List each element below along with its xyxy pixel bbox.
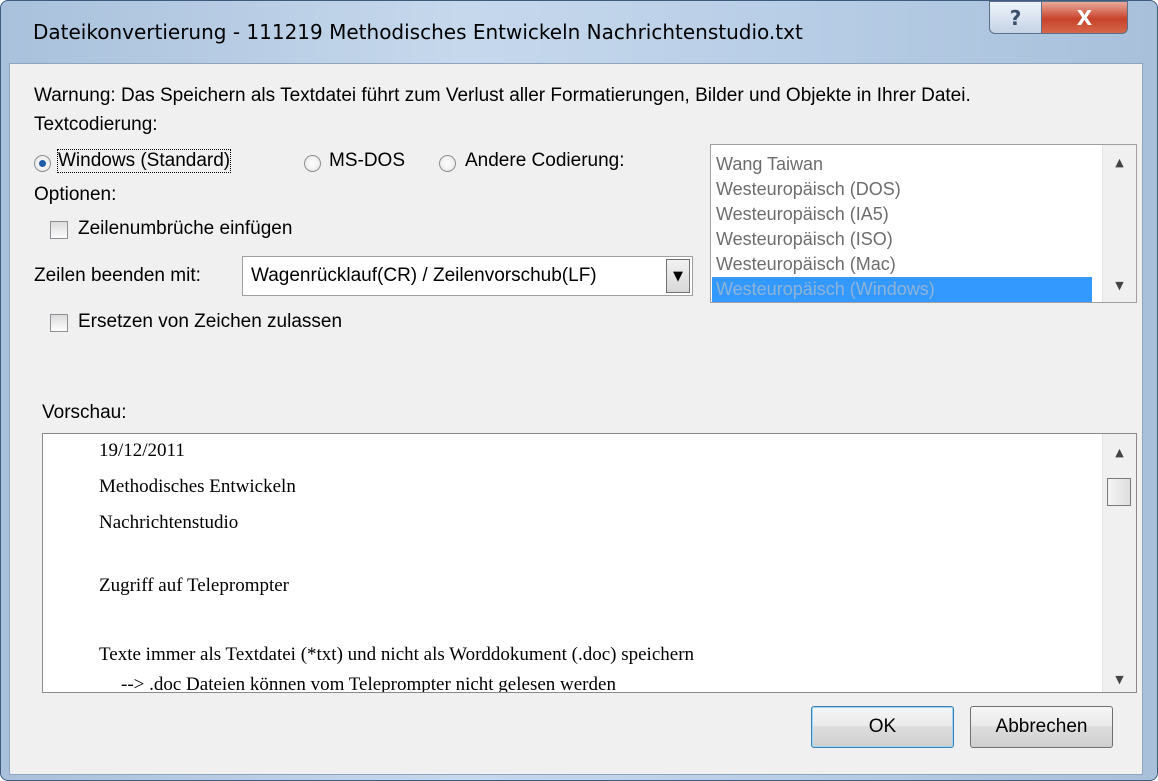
scroll-down-icon[interactable]: ▼: [1103, 274, 1136, 296]
preview-line: --> .doc Dateien können vom Teleprompter…: [121, 674, 616, 693]
end-lines-dropdown[interactable]: Wagenrücklauf(CR) / Zeilenvorschub(LF) ▼: [242, 256, 693, 296]
encoding-listbox[interactable]: Wang Taiwan Westeuropäisch (DOS) Westeur…: [710, 144, 1137, 303]
radio-ms-dos[interactable]: [304, 155, 321, 172]
encoding-list-item[interactable]: Westeuropäisch (ISO): [712, 227, 1092, 252]
preview-line: 19/12/2011: [99, 440, 185, 461]
radio-other-encoding-label[interactable]: Andere Codierung:: [465, 150, 625, 172]
cancel-button[interactable]: Abbrechen: [970, 706, 1113, 748]
encoding-list-item[interactable]: Westeuropäisch (DOS): [712, 177, 1092, 202]
encoding-list-item-selected[interactable]: Westeuropäisch (Windows): [712, 277, 1092, 302]
encoding-list-item[interactable]: Wang Taiwan: [712, 152, 1092, 177]
preview-line: Nachrichtenstudio: [99, 512, 239, 533]
encoding-label: Textcodierung:: [34, 114, 158, 135]
preview-label: Vorschau:: [42, 402, 127, 423]
scroll-down-icon[interactable]: ▼: [1103, 668, 1136, 690]
radio-windows-standard[interactable]: [34, 155, 51, 172]
end-lines-label: Zeilen beenden mit:: [34, 265, 201, 286]
radio-selected-dot: [39, 160, 46, 167]
radio-ms-dos-label[interactable]: MS-DOS: [329, 150, 405, 172]
title-bar[interactable]: Dateikonvertierung - 111219 Methodisches…: [1, 1, 1157, 63]
help-button[interactable]: ?: [989, 1, 1042, 34]
encoding-list-item[interactable]: Westeuropäisch (Mac): [712, 252, 1092, 277]
file-conversion-dialog: Dateikonvertierung - 111219 Methodisches…: [0, 0, 1158, 781]
scroll-up-icon[interactable]: ▲: [1103, 441, 1136, 463]
scroll-thumb[interactable]: [1107, 478, 1131, 506]
options-label: Optionen:: [34, 184, 117, 205]
end-lines-value: Wagenrücklauf(CR) / Zeilenvorschub(LF): [251, 265, 597, 286]
ok-button[interactable]: OK: [811, 706, 954, 748]
encoding-list-item[interactable]: Westeuropäisch (IA5): [712, 202, 1092, 227]
close-icon: X: [1076, 5, 1093, 30]
warning-text: Warnung: Das Speichern als Textdatei füh…: [34, 85, 971, 106]
preview-line: Methodisches Entwickeln: [99, 476, 296, 497]
dropdown-arrow-icon[interactable]: ▼: [666, 259, 690, 293]
allow-substitution-label[interactable]: Ersetzen von Zeichen zulassen: [78, 311, 342, 333]
preview-line: Zugriff auf Teleprompter: [99, 575, 290, 596]
insert-line-breaks-checkbox[interactable]: [50, 221, 68, 239]
radio-other-encoding[interactable]: [439, 155, 456, 172]
allow-substitution-checkbox[interactable]: [50, 314, 68, 332]
preview-scrollbar[interactable]: ▲ ▼: [1102, 434, 1136, 692]
dialog-body: Warnung: Das Speichern als Textdatei füh…: [9, 63, 1143, 775]
radio-windows-standard-label[interactable]: Windows (Standard): [56, 149, 232, 173]
preview-box[interactable]: 19/12/2011 Methodisches Entwickeln Nachr…: [42, 433, 1137, 693]
encoding-list-scrollbar[interactable]: ▲ ▼: [1102, 145, 1136, 302]
help-icon: ?: [1009, 5, 1022, 30]
preview-line: Texte immer als Textdatei (*txt) und nic…: [99, 644, 695, 665]
window-title: Dateikonvertierung - 111219 Methodisches…: [33, 20, 803, 44]
close-button[interactable]: X: [1041, 1, 1128, 34]
scroll-up-icon[interactable]: ▲: [1103, 151, 1136, 173]
insert-line-breaks-label[interactable]: Zeilenumbrüche einfügen: [78, 218, 292, 240]
